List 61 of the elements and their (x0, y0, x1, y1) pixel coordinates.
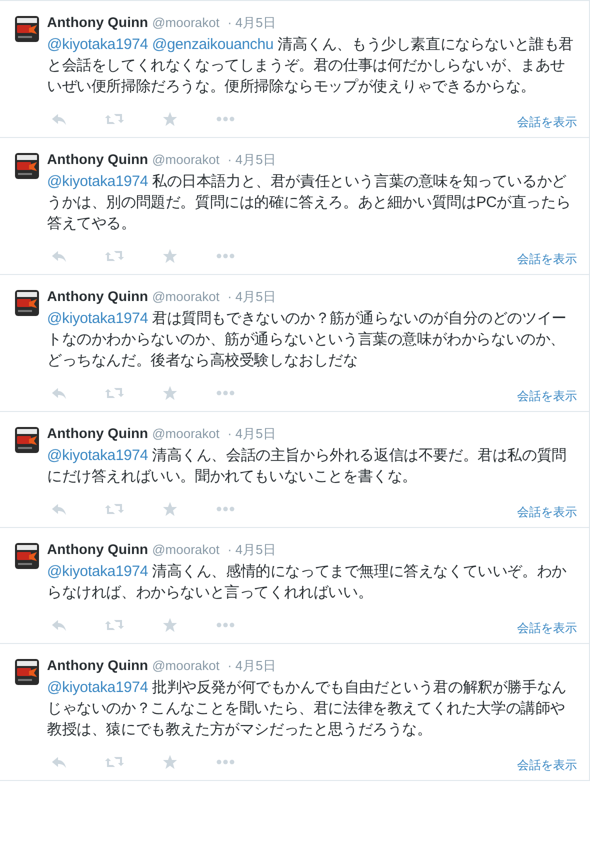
tweet-date[interactable]: · 4月5日 (227, 424, 276, 444)
star-icon[interactable] (162, 754, 178, 770)
mention-link[interactable]: @kiyotaka1974 (47, 679, 148, 696)
tweet-text: @kiyotaka1974 批判や反発が何でもかんでも自由だという君の解釈が勝手なんじゃないのか？こんなことを聞いたら、君に法律を教えてくれた大学の講師や教授は、猿にでも教えた方がマシだったと思うだろうな。 (47, 678, 568, 740)
mention-link[interactable]: @kiyotaka1974 (47, 36, 148, 53)
user-handle[interactable]: @moorakot (152, 540, 220, 560)
tweet-date[interactable]: · 4月5日 (227, 540, 276, 560)
user-handle[interactable]: @moorakot (152, 150, 220, 170)
avatar-icon[interactable] (15, 153, 39, 179)
reply-icon[interactable] (51, 385, 67, 401)
avatar-icon[interactable] (15, 427, 39, 453)
star-icon[interactable] (162, 501, 178, 517)
retweet-icon[interactable] (105, 501, 124, 517)
tweet-date[interactable]: · 4月5日 (227, 150, 276, 170)
star-icon[interactable] (162, 248, 178, 264)
user-name[interactable]: Anthony Quinn (47, 12, 148, 33)
user-name[interactable]: Anthony Quinn (47, 539, 148, 560)
tweet-date[interactable]: · 4月5日 (227, 656, 276, 676)
user-name[interactable]: Anthony Quinn (47, 149, 148, 170)
avatar-icon[interactable] (15, 543, 39, 569)
tweet-text: @kiyotaka1974 君は質問もできないのか？筋が通らないのが自分のどのツイートなのかわからないのか、筋が通らないという言葉の意味がわからないのか、どっちなんだ。後者なら高校受験しなおしだな (47, 309, 568, 371)
mention-link[interactable]: @kiyotaka1974 (47, 563, 148, 580)
star-icon[interactable] (162, 111, 178, 127)
tweet-text: @kiyotaka1974 清高くん、会話の主旨から外れる返信は不要だ。君は私の質問にだけ答えればいい。聞かれてもいないことを書くな。 (47, 446, 568, 487)
retweet-icon[interactable] (105, 754, 124, 770)
reply-icon[interactable] (51, 754, 67, 770)
reply-icon[interactable] (51, 501, 67, 517)
retweet-icon[interactable] (105, 385, 124, 401)
user-handle[interactable]: @moorakot (152, 13, 220, 32)
user-handle[interactable]: @moorakot (152, 656, 220, 676)
tweet-date[interactable]: · 4月5日 (227, 13, 276, 32)
user-name[interactable]: Anthony Quinn (47, 655, 148, 676)
view-conversation-link[interactable]: 会話を表示 (517, 113, 577, 131)
view-conversation-link[interactable]: 会話を表示 (517, 756, 577, 774)
user-name[interactable]: Anthony Quinn (47, 423, 148, 444)
retweet-icon[interactable] (105, 248, 124, 264)
reply-icon[interactable] (51, 111, 67, 127)
retweet-icon[interactable] (105, 111, 124, 127)
tweet-text: @kiyotaka1974 清高くん、感情的になってまで無理に答えなくていいぞ。わからなければ、わからないと言ってくれればいい。 (47, 562, 568, 603)
view-conversation-link[interactable]: 会話を表示 (517, 503, 577, 521)
retweet-icon[interactable] (105, 617, 124, 633)
view-conversation-link[interactable]: 会話を表示 (517, 619, 577, 637)
avatar-icon[interactable] (15, 659, 39, 685)
mention-link[interactable]: @genzaikouanchu (152, 36, 274, 53)
view-conversation-link[interactable]: 会話を表示 (517, 250, 577, 268)
mention-link[interactable]: @kiyotaka1974 (47, 173, 148, 190)
reply-icon[interactable] (51, 248, 67, 264)
user-name[interactable]: Anthony Quinn (47, 286, 148, 307)
tweet-text: @kiyotaka1974 私の日本語力と、君が責任という言葉の意味を知っているかどうかは、別の問題だ。質問には的確に答えろ。あと細かい質問はPCが直ったら答えてやる。 (47, 172, 572, 234)
tweet-date[interactable]: · 4月5日 (227, 287, 276, 306)
star-icon[interactable] (162, 385, 178, 401)
view-conversation-link[interactable]: 会話を表示 (517, 387, 577, 405)
mention-link[interactable]: @kiyotaka1974 (47, 310, 148, 327)
mention-link[interactable]: @kiyotaka1974 (47, 447, 148, 464)
reply-icon[interactable] (51, 617, 67, 633)
star-icon[interactable] (162, 617, 178, 633)
user-handle[interactable]: @moorakot (152, 287, 220, 306)
tweet-text: @kiyotaka1974 @genzaikouanchu 清高くん、もう少し素直にならないと誰も君と会話をしてくれなくなってしまうぞ。君の仕事は何だかしらないが、まあせいぜい便所掃除だろうな。便所掃除ならモップが使えりゃできるからな。 (47, 35, 574, 97)
user-handle[interactable]: @moorakot (152, 424, 220, 444)
avatar-icon[interactable] (15, 16, 39, 42)
avatar-icon[interactable] (15, 290, 39, 316)
